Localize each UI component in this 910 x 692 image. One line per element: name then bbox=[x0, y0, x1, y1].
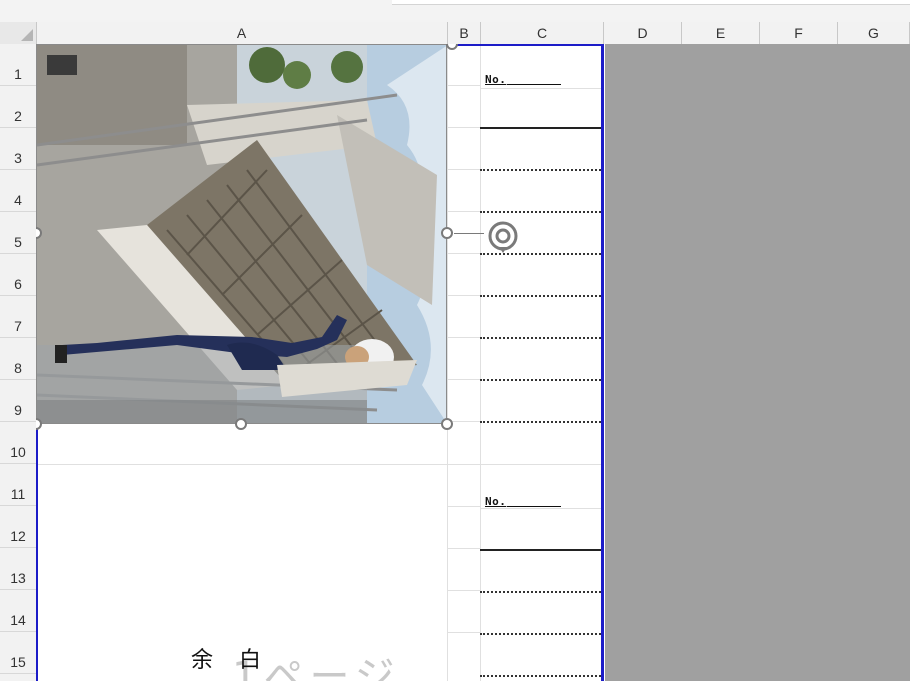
worksheet-grid[interactable]: No. No. 1ページ 余 白 bbox=[36, 44, 910, 681]
form-solid-line bbox=[480, 549, 601, 551]
row-header-12[interactable]: 12 bbox=[0, 506, 36, 548]
form-dotted-line bbox=[480, 421, 601, 423]
gridline bbox=[447, 379, 480, 380]
gridline bbox=[447, 590, 480, 591]
gridline bbox=[480, 508, 601, 509]
toolbar-strip bbox=[0, 0, 910, 22]
row-header-6[interactable]: 6 bbox=[0, 254, 36, 296]
column-header-e[interactable]: E bbox=[682, 22, 760, 44]
margin-label: 余 白 bbox=[191, 648, 264, 673]
gridline bbox=[447, 548, 480, 549]
form-dotted-line bbox=[480, 337, 601, 339]
row-header-8[interactable]: 8 bbox=[0, 338, 36, 380]
gridline bbox=[447, 506, 480, 507]
rotation-connector bbox=[454, 233, 484, 234]
column-header-c[interactable]: C bbox=[481, 22, 604, 44]
column-header-b[interactable]: B bbox=[448, 22, 481, 44]
form-dotted-line bbox=[480, 169, 601, 171]
select-all-triangle-icon bbox=[21, 29, 33, 41]
gridline bbox=[447, 211, 480, 212]
row-header-2[interactable]: 2 bbox=[0, 86, 36, 128]
gridline bbox=[480, 44, 481, 681]
row-header-13[interactable]: 13 bbox=[0, 548, 36, 590]
row-header-5[interactable]: 5 bbox=[0, 212, 36, 254]
row-header-9[interactable]: 9 bbox=[0, 380, 36, 422]
column-header-a[interactable]: A bbox=[36, 22, 448, 44]
row-header-1[interactable]: 1 bbox=[0, 44, 36, 86]
page-break-line-top bbox=[447, 44, 604, 46]
page-break-line-right bbox=[601, 44, 604, 681]
column-header-bar: A B C D E F G bbox=[0, 22, 910, 45]
outside-print-area bbox=[605, 44, 910, 681]
inserted-photo[interactable] bbox=[36, 44, 447, 424]
row-header-11[interactable]: 11 bbox=[0, 464, 36, 506]
row-header-bar: 1 2 3 4 5 6 7 8 9 10 11 12 13 14 15 bbox=[0, 44, 37, 681]
column-header-g[interactable]: G bbox=[838, 22, 910, 44]
number-label-1: No. bbox=[485, 73, 507, 86]
resize-handle-bottom-middle[interactable] bbox=[235, 418, 247, 430]
row-header-15[interactable]: 15 bbox=[0, 632, 36, 674]
gridline bbox=[480, 88, 601, 89]
form-dotted-line bbox=[480, 379, 601, 381]
select-all-button[interactable] bbox=[0, 22, 37, 44]
row-header-7[interactable]: 7 bbox=[0, 296, 36, 338]
row-header-3[interactable]: 3 bbox=[0, 128, 36, 170]
rotate-icon[interactable] bbox=[485, 219, 521, 255]
gridline bbox=[447, 44, 448, 681]
form-dotted-line bbox=[480, 211, 601, 213]
resize-handle-bottom-right[interactable] bbox=[441, 418, 453, 430]
number-underline-2 bbox=[507, 506, 561, 507]
gridline bbox=[36, 464, 601, 465]
resize-handle-middle-right[interactable] bbox=[441, 227, 453, 239]
photo-image bbox=[37, 45, 446, 423]
number-label-2: No. bbox=[485, 495, 507, 508]
row-header-14[interactable]: 14 bbox=[0, 590, 36, 632]
gridline bbox=[447, 295, 480, 296]
row-header-4[interactable]: 4 bbox=[0, 170, 36, 212]
row-header-10[interactable]: 10 bbox=[0, 422, 36, 464]
column-header-d[interactable]: D bbox=[604, 22, 682, 44]
form-dotted-line bbox=[480, 633, 601, 635]
form-dotted-line bbox=[480, 591, 601, 593]
gridline bbox=[447, 85, 480, 86]
form-dotted-line bbox=[480, 295, 601, 297]
formula-bar[interactable] bbox=[392, 0, 910, 5]
column-header-f[interactable]: F bbox=[760, 22, 838, 44]
gridline bbox=[447, 127, 480, 128]
gridline bbox=[447, 169, 480, 170]
number-underline-1 bbox=[507, 84, 561, 85]
gridline bbox=[447, 632, 480, 633]
gridline bbox=[447, 253, 480, 254]
form-dotted-line bbox=[480, 675, 601, 677]
form-solid-line bbox=[480, 127, 601, 129]
gridline bbox=[447, 337, 480, 338]
